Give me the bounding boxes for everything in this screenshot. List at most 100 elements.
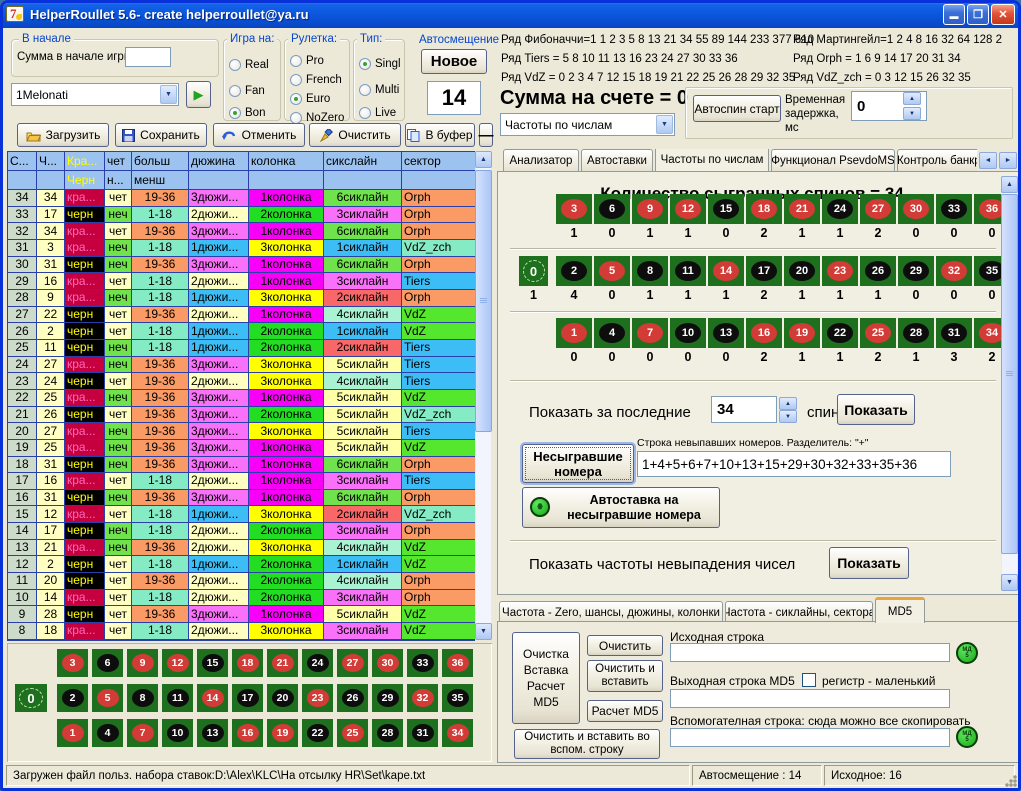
missed-numbers-button[interactable]: Несыгравшие номера	[522, 444, 634, 483]
number-cell[interactable]: 17	[746, 256, 782, 286]
number-cell[interactable]: 5	[92, 684, 123, 712]
lowercase-checkbox[interactable]	[802, 673, 816, 687]
autobet-missed-button[interactable]: Автоставка на несыгравшие номера	[522, 487, 720, 528]
number-cell[interactable]: 13	[197, 719, 228, 747]
md5-clear-paste-aux-button[interactable]: Очистить и вставить во вспом. строку	[514, 729, 660, 759]
number-cell[interactable]: 22	[302, 719, 333, 747]
table-row[interactable]: 928чернчет19-363дюжи...1колонка5сиклайнV…	[8, 606, 475, 623]
table-row[interactable]: 3031черннеч19-363дюжи...1колонка6сиклайн…	[8, 257, 475, 274]
table-row[interactable]: 1417черннеч1-182дюжи...2колонка3сиклайнO…	[8, 523, 475, 540]
number-cell[interactable]: 31	[407, 719, 438, 747]
md5-calc-button[interactable]: Расчет MD5	[587, 700, 663, 722]
table-row[interactable]: 1120чернчет19-362дюжи...2колонка4сиклайн…	[8, 573, 475, 590]
number-cell[interactable]: 7	[127, 719, 158, 747]
zero-cell[interactable]: 0	[15, 684, 47, 712]
number-cell[interactable]: 3	[57, 649, 88, 677]
number-cell[interactable]: 2	[57, 684, 88, 712]
number-cell[interactable]: 16	[232, 719, 263, 747]
play-button[interactable]: ▶	[186, 81, 211, 108]
number-cell[interactable]: 4	[594, 318, 630, 348]
number-cell[interactable]: 20	[784, 256, 820, 286]
table-row[interactable]: 3234кра...чет19-363дюжи...1колонка6сикла…	[8, 223, 475, 240]
number-cell[interactable]: 31	[936, 318, 972, 348]
number-cell[interactable]: 17	[232, 684, 263, 712]
table-row[interactable]: 1014кра...чет1-182дюжи...2колонка3сиклай…	[8, 590, 475, 607]
md5-run-icon-button[interactable]: МД5	[956, 642, 978, 664]
tab-0[interactable]: Анализатор	[503, 149, 579, 171]
chevron-down-icon[interactable]: ▼	[656, 115, 673, 134]
tabs-scroll-right-icon[interactable]: ►	[999, 152, 1017, 169]
table-row[interactable]: 2324чернчет19-362дюжи...3колонка4сиклайн…	[8, 373, 475, 390]
number-cell[interactable]: 36	[442, 649, 473, 677]
number-cell[interactable]: 22	[822, 318, 858, 348]
number-cell[interactable]: 33	[936, 194, 972, 224]
new-button[interactable]: Новое	[421, 49, 487, 74]
number-cell[interactable]: 13	[708, 318, 744, 348]
radio-option-multi[interactable]: Multi	[359, 84, 399, 96]
spinner-up-icon[interactable]: ▲	[779, 397, 797, 410]
number-cell[interactable]: 8	[632, 256, 668, 286]
scroll-up-icon[interactable]: ▲	[1001, 176, 1018, 193]
table-row[interactable]: 1321кра...неч19-362дюжи...3колонка4сикла…	[8, 540, 475, 557]
tab-4[interactable]: Контроль банкро	[897, 149, 977, 171]
number-cell[interactable]: 12	[162, 649, 193, 677]
table-row[interactable]: 1716кра...чет1-182дюжи...1колонка3сиклай…	[8, 473, 475, 490]
table-row[interactable]: 2225кра...неч19-363дюжи...1колонка5сикла…	[8, 390, 475, 407]
number-cell[interactable]: 11	[670, 256, 706, 286]
tab-freq-sixlines[interactable]: Частота - сиклайны, сектора	[725, 601, 873, 623]
close-button[interactable]: ✕	[991, 4, 1015, 25]
number-cell[interactable]: 16	[746, 318, 782, 348]
spinner-down-icon[interactable]: ▼	[903, 107, 921, 120]
number-cell[interactable]: 27	[337, 649, 368, 677]
radio-option-live[interactable]: Live	[359, 107, 396, 119]
tab-1[interactable]: Автоставки	[581, 149, 653, 171]
tab-md5[interactable]: MD5	[875, 597, 925, 623]
number-cell[interactable]: 33	[407, 649, 438, 677]
table-row[interactable]: 1831черннеч19-363дюжи...1колонка6сиклайн…	[8, 457, 475, 474]
number-cell[interactable]: 11	[162, 684, 193, 712]
number-cell[interactable]: 28	[372, 719, 403, 747]
number-cell[interactable]: 30	[372, 649, 403, 677]
mode-combobox[interactable]: Частоты по числам ▼	[500, 113, 675, 136]
md5-output-input[interactable]	[670, 689, 950, 708]
tab-3[interactable]: Функционал PsevdoMS	[771, 149, 895, 171]
scroll-up-icon[interactable]: ▲	[475, 151, 492, 168]
number-cell[interactable]: 24	[822, 194, 858, 224]
number-cell[interactable]: 2	[556, 256, 592, 286]
number-cell[interactable]: 14	[197, 684, 228, 712]
table-row[interactable]: 2427кра...неч19-363дюжи...3колонка5сикла…	[8, 357, 475, 374]
number-cell[interactable]: 14	[708, 256, 744, 286]
number-cell[interactable]: 35	[442, 684, 473, 712]
number-cell[interactable]: 12	[670, 194, 706, 224]
number-cell[interactable]: 23	[822, 256, 858, 286]
number-cell[interactable]: 25	[337, 719, 368, 747]
number-cell[interactable]: 9	[632, 194, 668, 224]
table-row[interactable]: 3317черннеч1-182дюжи...2колонка3сиклайнO…	[8, 207, 475, 224]
number-cell[interactable]: 9	[127, 649, 158, 677]
number-cell[interactable]: 21	[784, 194, 820, 224]
number-cell[interactable]: 19	[267, 719, 298, 747]
number-cell[interactable]: 4	[92, 719, 123, 747]
number-cell[interactable]: 5	[594, 256, 630, 286]
scroll-down-icon[interactable]: ▼	[475, 623, 492, 640]
table-scrollbar-thumb[interactable]	[475, 170, 492, 432]
number-cell[interactable]: 26	[860, 256, 896, 286]
number-cell[interactable]: 21	[267, 649, 298, 677]
tabs-scroll-left-icon[interactable]: ◄	[979, 152, 997, 169]
number-cell[interactable]: 18	[232, 649, 263, 677]
radio-option-french[interactable]: French	[290, 74, 342, 86]
number-cell[interactable]: 23	[302, 684, 333, 712]
md5-source-input[interactable]	[670, 643, 950, 662]
number-cell[interactable]: 32	[407, 684, 438, 712]
chevron-down-icon[interactable]: ▼	[160, 85, 177, 104]
zero-cell[interactable]: 0	[519, 256, 548, 286]
number-cell[interactable]: 34	[442, 719, 473, 747]
number-cell[interactable]: 6	[594, 194, 630, 224]
show-button[interactable]: Показать	[837, 394, 915, 425]
number-cell[interactable]: 29	[898, 256, 934, 286]
md5-aux-input[interactable]	[670, 728, 950, 747]
number-cell[interactable]: 10	[162, 719, 193, 747]
resize-grip[interactable]	[1004, 774, 1017, 787]
number-cell[interactable]: 3	[556, 194, 592, 224]
preset-combobox[interactable]: 1Melonati ▼	[11, 83, 179, 106]
